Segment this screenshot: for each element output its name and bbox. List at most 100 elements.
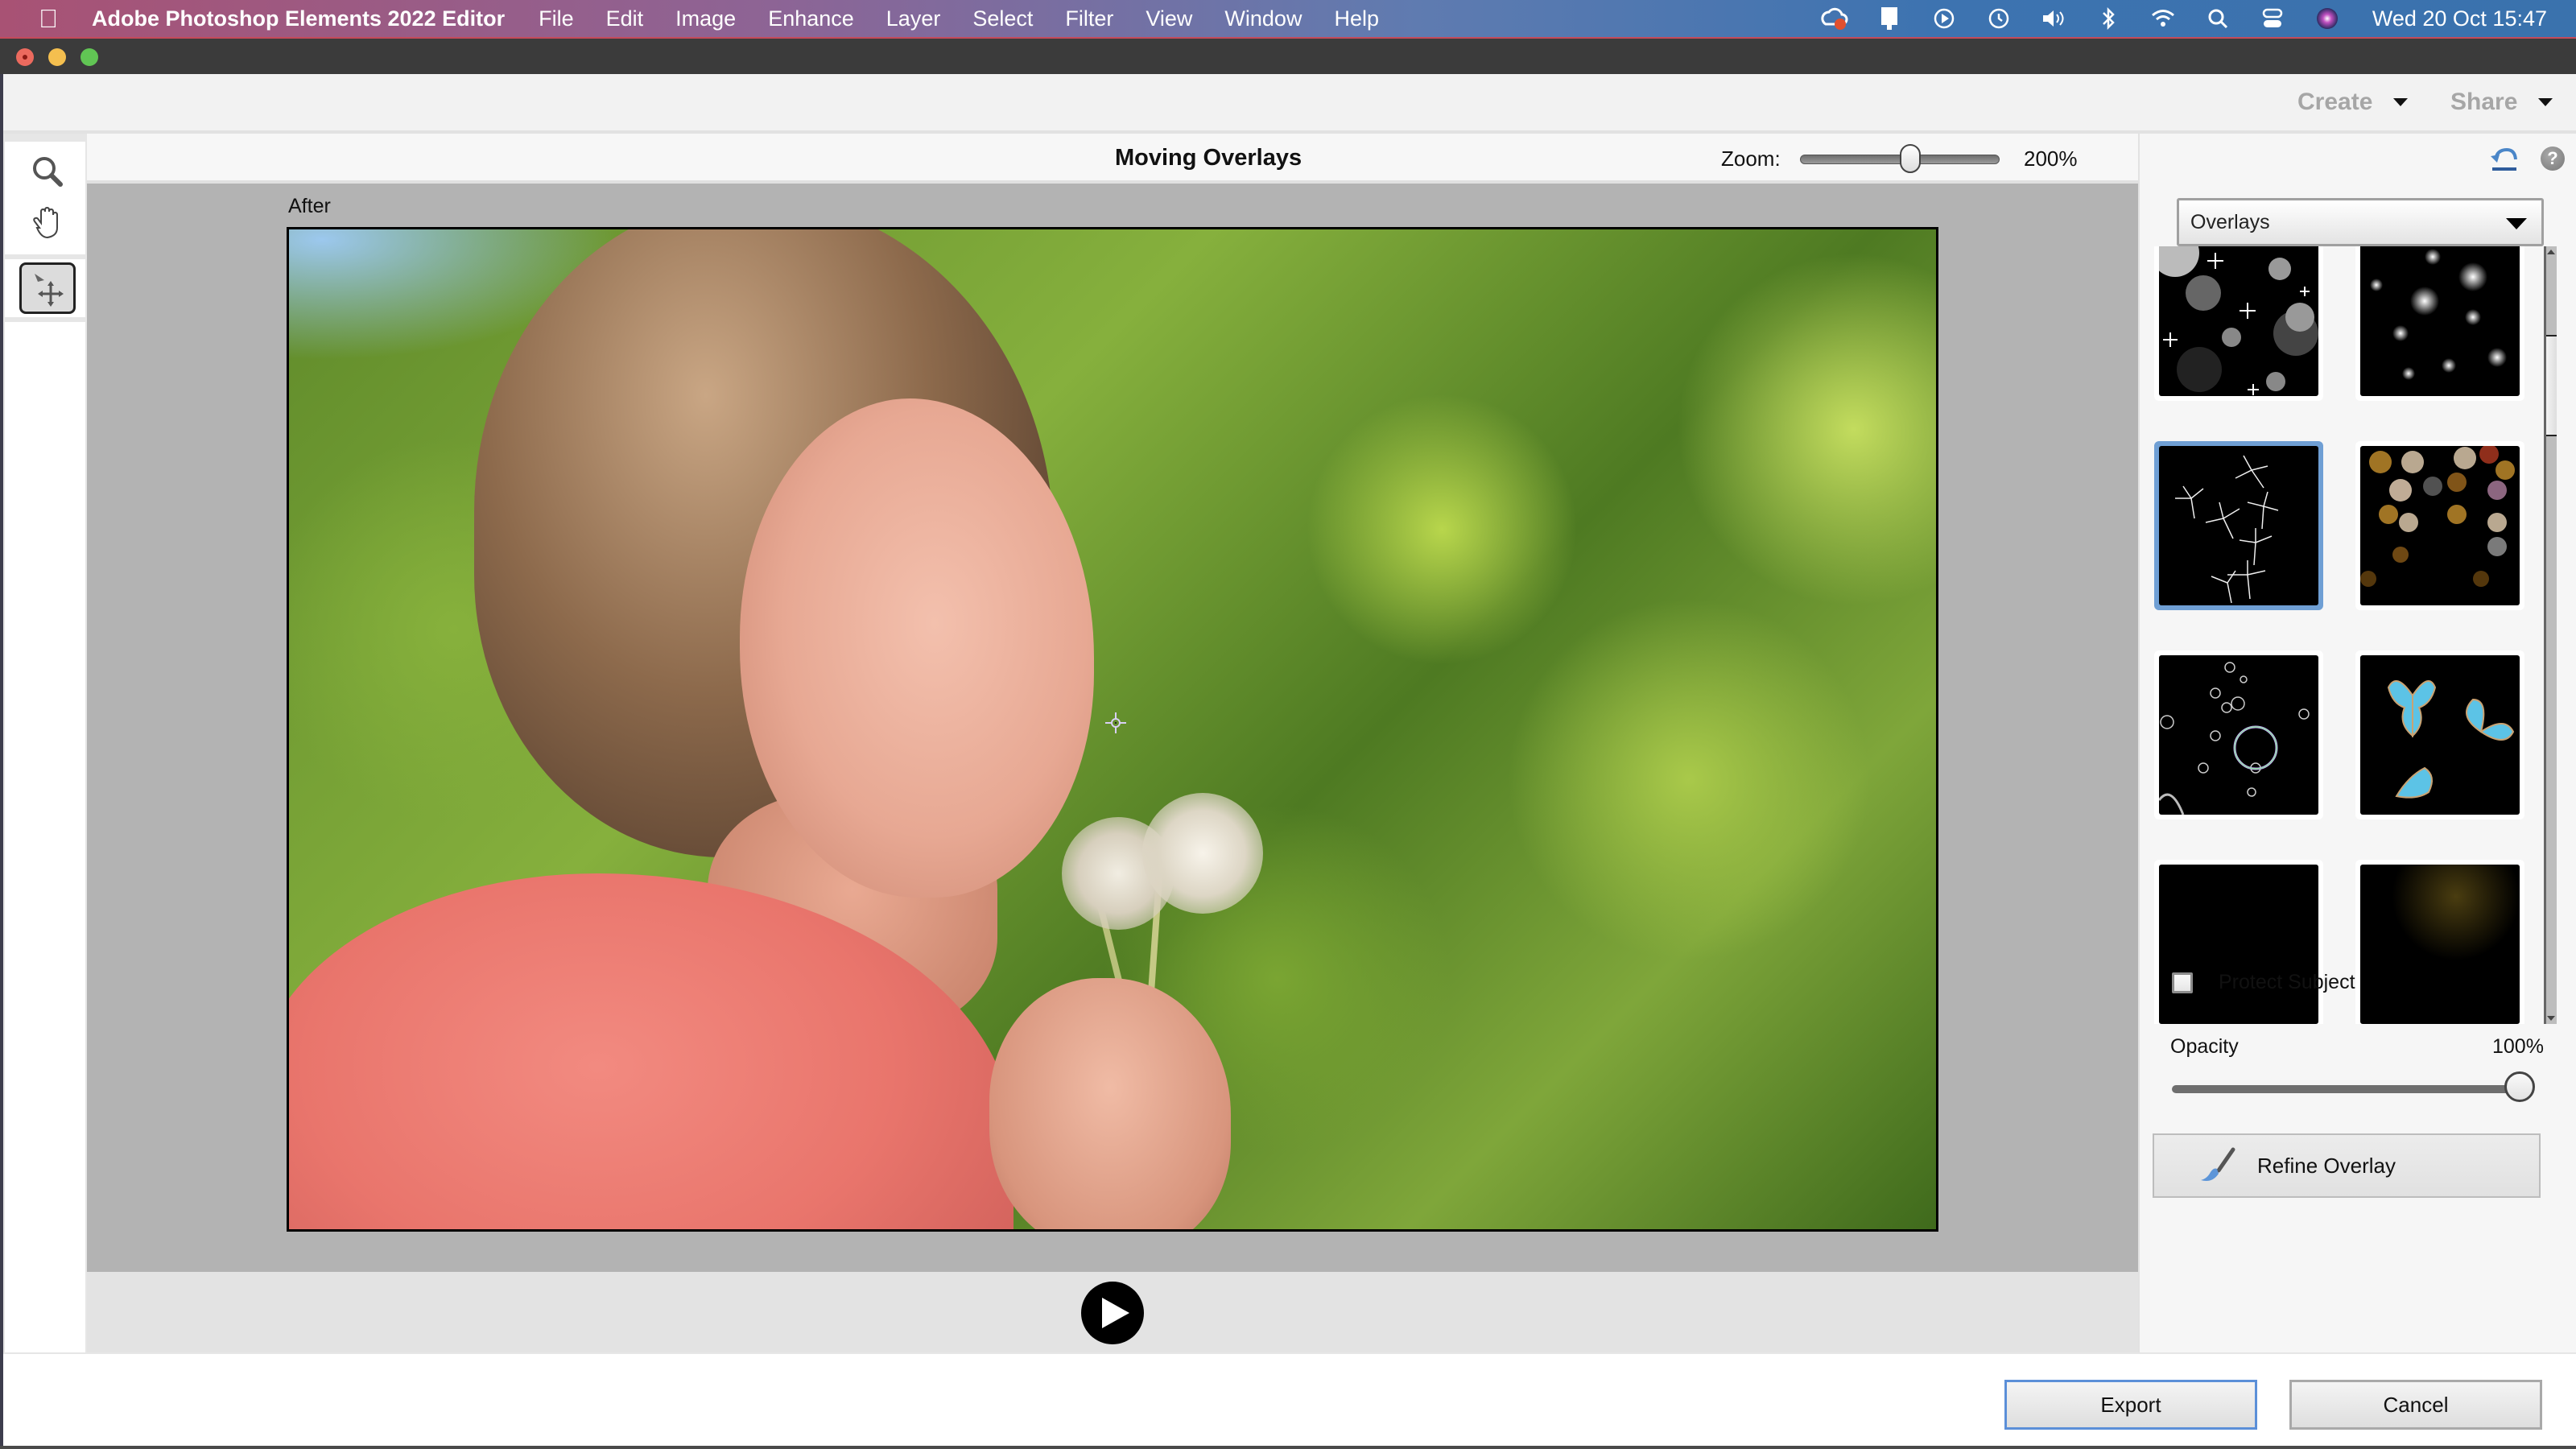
overlay-thumb-particles[interactable] [2355, 246, 2524, 401]
overlay-thumb-image [2360, 246, 2520, 396]
playback-bar [87, 1272, 2138, 1352]
overlay-thumb-image [2159, 865, 2318, 1024]
overlay-thumb-image [2360, 655, 2520, 815]
photo-dandelion-head [1142, 793, 1263, 914]
photo-hand-region [989, 978, 1231, 1229]
tools-panel [3, 134, 87, 1352]
window-bottom-edge [0, 1446, 2576, 1449]
menu-window[interactable]: Window [1224, 6, 1302, 31]
overlay-thumb-7[interactable] [2154, 860, 2323, 1024]
overlay-thumb-bubbles[interactable] [2154, 650, 2323, 819]
overlay-category-value: Overlays [2190, 210, 2270, 233]
creative-cloud-icon[interactable] [1821, 5, 1848, 32]
overlay-thumb-dandelion-seeds[interactable] [2154, 441, 2323, 610]
overlay-thumb-image [2159, 446, 2318, 605]
overlay-thumb-sparkles[interactable] [2154, 246, 2323, 401]
macos-menu-bar:  Adobe Photoshop Elements 2022 Editor F… [0, 0, 2576, 37]
wifi-icon[interactable] [2149, 5, 2177, 32]
menu-layer[interactable]: Layer [886, 6, 941, 31]
scrollbar-thumb[interactable] [2546, 335, 2557, 436]
chevron-down-icon [2538, 98, 2553, 106]
overlay-thumb-butterflies[interactable] [2355, 650, 2524, 819]
menu-file[interactable]: File [539, 6, 574, 31]
chevron-down-icon [2506, 218, 2527, 229]
app-menu[interactable]: Adobe Photoshop Elements 2022 Editor [92, 6, 505, 31]
zoom-slider[interactable] [1800, 144, 2000, 173]
spotlight-search-icon[interactable] [2204, 5, 2231, 32]
menu-filter[interactable]: Filter [1065, 6, 1113, 31]
opacity-value: 100% [2492, 1035, 2544, 1058]
clock[interactable]: Wed 20 Oct 15:47 [2372, 6, 2547, 31]
move-tool-button[interactable] [19, 262, 76, 314]
protect-subject-option[interactable]: Protect Subject [2172, 971, 2355, 994]
refine-overlay-label: Refine Overlay [2257, 1153, 2396, 1178]
opacity-slider[interactable] [2172, 1071, 2535, 1102]
export-button[interactable]: Export [2004, 1380, 2257, 1430]
menu-edit[interactable]: Edit [606, 6, 644, 31]
overlay-thumb-8[interactable] [2355, 860, 2524, 1024]
chevron-down-icon [2393, 98, 2409, 106]
page-title: Moving Overlays [1115, 145, 1302, 171]
guided-edit-header: Moving Overlays Zoom: 200% [87, 134, 2138, 184]
brush-icon [2201, 1147, 2235, 1181]
thumbnail-scrollbar[interactable] [2544, 246, 2557, 1024]
scroll-down-arrow-icon[interactable] [2547, 1016, 2555, 1021]
overlay-thumbnail-grid [2140, 246, 2542, 1024]
zoom-slider-thumb[interactable] [1900, 144, 1922, 173]
overlay-category-select[interactable]: Overlays [2177, 198, 2544, 246]
control-center-icon[interactable] [2259, 5, 2286, 32]
tools-empty-area [5, 322, 85, 1352]
protect-subject-checkbox[interactable] [2172, 972, 2193, 993]
app-top-bar: Create Share [3, 74, 2576, 134]
magnifier-icon [33, 157, 63, 187]
zoom-tool-button[interactable] [21, 147, 74, 196]
opacity-label: Opacity [2170, 1035, 2239, 1058]
maximize-window-button[interactable] [80, 48, 98, 66]
move-arrows-icon [35, 274, 64, 307]
overlays-panel: ? Overlays Protect Subject Opacity 100% … [2138, 134, 2576, 1352]
menu-help[interactable]: Help [1334, 6, 1379, 31]
share-label: Share [2450, 89, 2518, 115]
bluetooth-icon[interactable] [2095, 5, 2122, 32]
scroll-up-arrow-icon[interactable] [2547, 250, 2555, 254]
hand-tool-button[interactable] [21, 198, 74, 248]
menu-enhance[interactable]: Enhance [768, 6, 854, 31]
volume-icon[interactable] [2040, 5, 2067, 32]
display-icon[interactable] [1876, 5, 1903, 32]
dialog-footer: Export Cancel [3, 1352, 2576, 1446]
overlay-thumb-image [2360, 446, 2520, 605]
crosshair-cursor-icon [1105, 712, 1126, 733]
overlay-thumb-golden-bokeh[interactable] [2355, 441, 2524, 610]
menu-select[interactable]: Select [972, 6, 1033, 31]
help-icon[interactable]: ? [2541, 147, 2565, 171]
hand-icon [33, 206, 58, 239]
share-dropdown[interactable]: Share [2450, 89, 2553, 116]
close-window-button[interactable] [16, 48, 34, 66]
move-tool-group [5, 259, 85, 317]
play-circle-icon[interactable] [1930, 5, 1958, 32]
create-label: Create [2297, 89, 2373, 115]
apple-menu-icon[interactable]:  [29, 4, 68, 34]
opacity-slider-thumb[interactable] [2504, 1071, 2535, 1102]
menu-view[interactable]: View [1146, 6, 1192, 31]
zoom-label: Zoom: [1721, 147, 1781, 171]
refine-overlay-button[interactable]: Refine Overlay [2153, 1133, 2541, 1198]
overlay-thumb-image [2360, 865, 2520, 1024]
reset-undo-icon[interactable] [2489, 147, 2518, 174]
canvas-area: After [87, 184, 2138, 1272]
overlay-thumb-image [2159, 655, 2318, 815]
window-title-bar [0, 37, 2576, 74]
menu-image[interactable]: Image [675, 6, 736, 31]
view-tools-group [5, 142, 85, 254]
after-view-label: After [288, 195, 331, 217]
photo-preview[interactable] [287, 227, 1938, 1232]
time-machine-icon[interactable] [1985, 5, 2013, 32]
play-button[interactable] [1081, 1282, 1144, 1344]
overlay-thumb-image [2159, 246, 2318, 396]
minimize-window-button[interactable] [48, 48, 66, 66]
create-dropdown[interactable]: Create [2297, 89, 2409, 116]
cancel-button[interactable]: Cancel [2289, 1380, 2542, 1430]
status-area: Wed 20 Oct 15:47 [1807, 0, 2576, 37]
protect-subject-label: Protect Subject [2219, 971, 2355, 993]
siri-icon[interactable] [2314, 5, 2341, 32]
